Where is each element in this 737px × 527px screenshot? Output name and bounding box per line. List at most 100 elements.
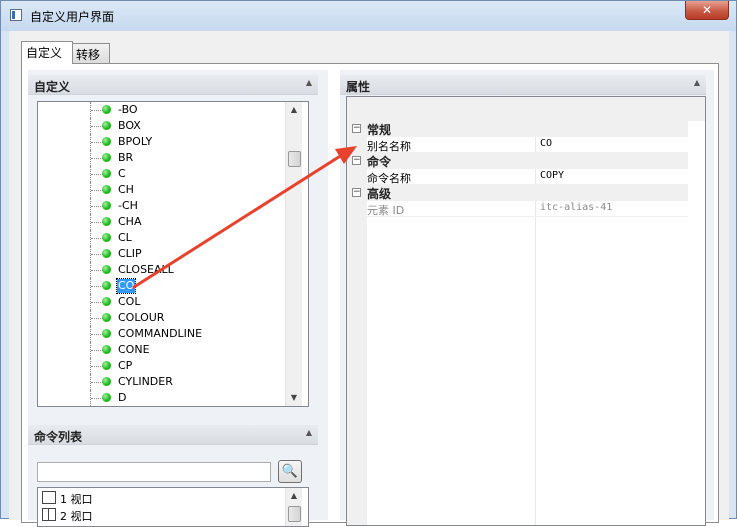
tree-item[interactable]: CHA xyxy=(38,214,286,230)
green-status-dot-icon xyxy=(102,217,111,226)
tree-item[interactable]: CO xyxy=(38,278,286,294)
customize-panel-header[interactable]: 自定义 ▲ xyxy=(28,75,318,95)
left-column: 自定义 ▲ D CYLINDER CP CONE COMMANDLINE COLOUR CO… xyxy=(28,70,328,527)
category-general[interactable]: − 常规 xyxy=(347,121,705,137)
green-status-dot-icon xyxy=(102,329,111,338)
green-status-dot-icon xyxy=(102,105,111,114)
command-label: 2 视口 xyxy=(60,510,93,523)
properties-title: 属性 xyxy=(346,80,371,94)
tree-item-label: COLOUR xyxy=(118,311,165,324)
tree-item[interactable]: CONE xyxy=(38,342,286,358)
property-row-alias-name[interactable]: 别名名称 CO xyxy=(367,137,705,153)
split-viewport-icon xyxy=(42,508,56,521)
tree-item[interactable]: -CH xyxy=(38,198,286,214)
close-button[interactable]: ✕ xyxy=(685,1,729,20)
command-label: 1 视口 xyxy=(60,493,93,506)
tree-item-label: COL xyxy=(118,295,141,308)
scroll-up-arrow-icon[interactable]: ▲ xyxy=(286,488,302,504)
command-list-scrollbar[interactable]: ▲ xyxy=(285,488,302,526)
tree-item-label: BPOLY xyxy=(118,135,153,148)
scroll-thumb[interactable] xyxy=(288,151,301,167)
green-status-dot-icon xyxy=(102,393,111,402)
find-button[interactable]: 🔍 xyxy=(278,460,302,483)
property-value[interactable]: CO xyxy=(540,138,552,149)
property-grid-scrollbar[interactable] xyxy=(688,121,705,525)
tree-item-label: CHA xyxy=(118,215,142,228)
tree-item[interactable]: CL xyxy=(38,230,286,246)
collapse-icon[interactable]: − xyxy=(352,188,361,197)
tree-item[interactable]: BPOLY xyxy=(38,134,286,150)
command-list[interactable]: 1 视口 2 视口 ▲ xyxy=(37,487,309,527)
green-status-dot-icon xyxy=(102,121,111,130)
properties-panel-header[interactable]: 属性 ▲ xyxy=(340,75,706,95)
property-grid-gutter xyxy=(347,121,367,525)
green-status-dot-icon xyxy=(102,201,111,210)
tree-item[interactable]: COL xyxy=(38,294,286,310)
property-row-element-id[interactable]: 元素 ID itc-alias-41 xyxy=(367,201,705,217)
collapse-arrow-icon[interactable]: ▲ xyxy=(694,78,700,87)
app-icon xyxy=(10,9,22,21)
tree-item[interactable]: D xyxy=(38,390,286,406)
scroll-down-arrow-icon[interactable]: ▼ xyxy=(286,390,302,406)
green-status-dot-icon xyxy=(102,297,111,306)
category-advanced[interactable]: − 高级 xyxy=(347,185,705,201)
property-row-command-name[interactable]: 命令名称 COPY xyxy=(367,169,705,185)
tree-item-label: CLIP xyxy=(118,247,142,260)
property-grid-toolbar xyxy=(347,97,705,121)
customize-tree[interactable]: D CYLINDER CP CONE COMMANDLINE COLOUR COL CO CLO… xyxy=(37,101,309,407)
tab-customize[interactable]: 自定义 xyxy=(21,41,73,64)
tree-item-label: CO xyxy=(115,278,137,294)
property-name: 元素 ID xyxy=(367,204,405,217)
green-status-dot-icon xyxy=(102,169,111,178)
command-list-panel-header[interactable]: 命令列表 ▲ xyxy=(28,425,318,445)
tree-item[interactable]: -BO xyxy=(38,102,286,118)
property-value[interactable]: COPY xyxy=(540,170,564,181)
green-status-dot-icon xyxy=(102,313,111,322)
tree-item[interactable]: BOX xyxy=(38,118,286,134)
tree-item-label: -CH xyxy=(118,199,138,212)
tree-item-label: -BO xyxy=(118,103,138,116)
tree-item[interactable]: CP xyxy=(38,358,286,374)
property-value: itc-alias-41 xyxy=(540,202,613,213)
tree-item-label: CLOSEALL xyxy=(118,263,174,276)
tree-item[interactable]: CLIP xyxy=(38,246,286,262)
title-bar[interactable]: 自定义用户界面 ✕ xyxy=(1,1,736,31)
tree-item[interactable]: COLOUR xyxy=(38,310,286,326)
dialog-client-area: 自定义 转移 自定义 ▲ D CYLINDER CP CONE COMMANDLINE C… xyxy=(9,31,729,527)
tree-item[interactable]: C xyxy=(38,166,286,182)
category-command[interactable]: − 命令 xyxy=(347,153,705,169)
category-label: 命令 xyxy=(367,155,392,169)
right-column: 属性 ▲ − 常规 别名名称 CO − 命令 命令名称 COPY − 高级 元素… xyxy=(340,70,714,526)
tree-item[interactable]: COMMANDLINE xyxy=(38,326,286,342)
tab-transfer[interactable]: 转移 xyxy=(71,43,110,63)
customize-tab-page: 自定义 ▲ D CYLINDER CP CONE COMMANDLINE COLOUR CO… xyxy=(21,63,719,527)
tree-item[interactable]: CH xyxy=(38,182,286,198)
green-status-dot-icon xyxy=(102,153,111,162)
tree-item-label: C xyxy=(118,167,126,180)
collapse-icon[interactable]: − xyxy=(352,124,361,133)
window-title: 自定义用户界面 xyxy=(30,10,115,24)
single-viewport-icon xyxy=(42,491,56,504)
command-search-input[interactable] xyxy=(37,462,271,482)
scroll-thumb[interactable] xyxy=(288,506,301,522)
tree-item-label: CONE xyxy=(118,343,150,356)
collapse-arrow-icon[interactable]: ▲ xyxy=(306,428,312,437)
collapse-arrow-icon[interactable]: ▲ xyxy=(306,78,312,87)
category-label: 高级 xyxy=(367,187,392,201)
tree-item-label: CH xyxy=(118,183,134,196)
scroll-up-arrow-icon[interactable]: ▲ xyxy=(286,102,302,118)
customize-panel-title: 自定义 xyxy=(34,80,71,94)
green-status-dot-icon xyxy=(102,361,111,370)
green-status-dot-icon xyxy=(102,265,111,274)
tree-item[interactable]: BR xyxy=(38,150,286,166)
tree-item[interactable]: CYLINDER xyxy=(38,374,286,390)
green-status-dot-icon xyxy=(102,233,111,242)
green-status-dot-icon xyxy=(102,345,111,354)
tree-scrollbar[interactable]: ▲ ▼ xyxy=(285,102,302,406)
tree-item[interactable]: CLOSEALL xyxy=(38,262,286,278)
green-status-dot-icon xyxy=(102,137,111,146)
tree-item-label: CP xyxy=(118,359,133,372)
green-status-dot-icon xyxy=(102,249,111,258)
collapse-icon[interactable]: − xyxy=(352,156,361,165)
tree-item-label: CYLINDER xyxy=(118,375,173,388)
